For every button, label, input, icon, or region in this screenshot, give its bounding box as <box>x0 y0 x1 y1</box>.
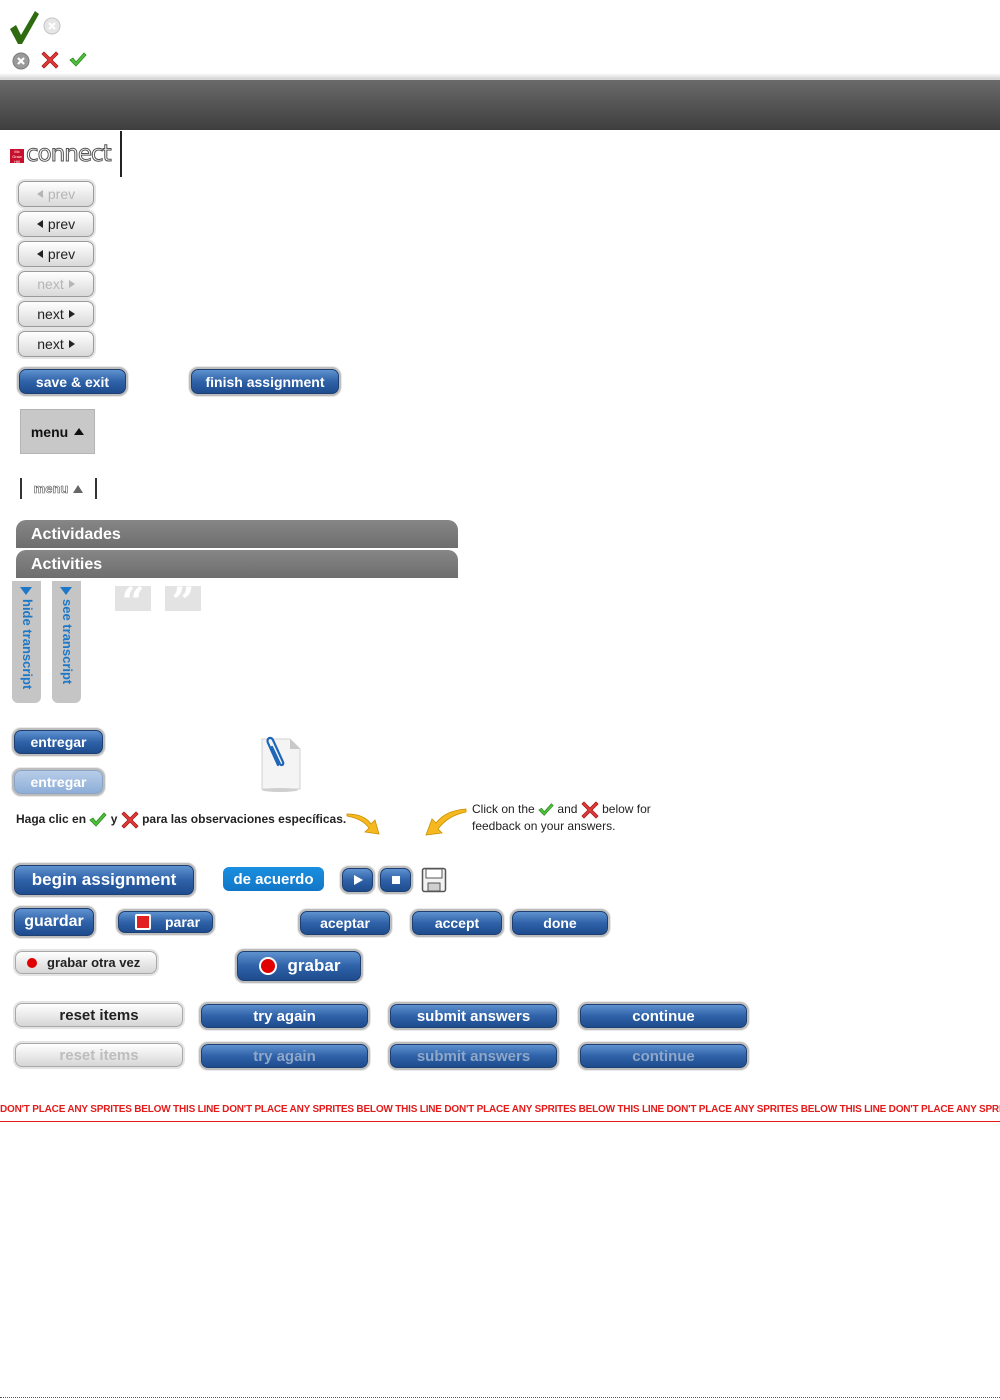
parar-button[interactable]: parar <box>118 911 213 933</box>
header-bar <box>0 78 1000 130</box>
arrow-right-icon <box>68 310 75 318</box>
circle-x-icon[interactable] <box>43 17 61 35</box>
submit-answers-button[interactable]: submit answers <box>390 1004 557 1028</box>
arrow-down-icon <box>20 587 32 595</box>
aceptar-button[interactable]: aceptar <box>300 911 390 935</box>
see-transcript-tab[interactable]: see transcript <box>52 581 81 703</box>
arrow-pointer-icon <box>346 813 380 835</box>
continue-button[interactable]: continue <box>580 1004 747 1028</box>
feedback-text: and <box>557 802 578 817</box>
feedback-text: Haga clic en <box>16 812 87 827</box>
menu-label: menu <box>30 423 69 440</box>
prev-button-hover[interactable]: prev <box>18 241 94 267</box>
begin-assignment-button[interactable]: begin assignment <box>14 865 194 895</box>
feedback-instructions-en: Click on the and below for feedback on y… <box>472 801 672 834</box>
hide-transcript-tab[interactable]: hide transcript <box>12 581 41 703</box>
guardar-button[interactable]: guardar <box>14 908 94 936</box>
continue-button-disabled[interactable]: continue <box>580 1044 747 1068</box>
grabar-label: grabar <box>287 956 341 975</box>
check-icon <box>10 11 39 44</box>
prev-label: prev <box>47 216 76 232</box>
arrow-left-icon <box>36 220 43 228</box>
arrow-right-icon <box>68 280 75 288</box>
next-label: next <box>37 306 64 322</box>
mcgraw-hill-logo: Mc Graw Hill <box>10 149 24 164</box>
save-exit-button[interactable]: save & exit <box>19 369 126 394</box>
arrow-pointer-icon <box>425 808 467 836</box>
connect-logo: connect <box>26 141 113 168</box>
green-check-icon[interactable] <box>69 51 87 69</box>
prev-button-disabled[interactable]: prev <box>18 181 94 207</box>
feedback-text: Click on the <box>472 802 535 817</box>
submit-answers-button-disabled[interactable]: submit answers <box>390 1044 557 1068</box>
prev-label: prev <box>47 186 76 202</box>
arrow-right-icon <box>68 340 75 348</box>
arrow-up-icon <box>74 428 85 435</box>
play-button[interactable] <box>342 868 373 892</box>
green-check-icon <box>538 803 554 816</box>
record-icon <box>27 957 37 968</box>
feedback-text: para las observaciones específicas. <box>142 812 347 827</box>
parar-label: parar <box>165 914 201 930</box>
tab-activities[interactable]: Activities <box>16 550 458 578</box>
done-button[interactable]: done <box>512 911 608 935</box>
next-button-hover[interactable]: next <box>18 331 94 357</box>
hide-transcript-label: hide transcript <box>20 599 35 690</box>
entregar-button-disabled[interactable]: entregar <box>14 770 103 794</box>
feedback-instructions-es: Haga clic en y para las observaciones es… <box>16 811 346 829</box>
finish-assignment-button[interactable]: finish assignment <box>191 369 339 394</box>
circle-x-icon[interactable] <box>12 52 30 70</box>
arrow-left-icon <box>36 190 43 198</box>
tab-actividades[interactable]: Actividades <box>16 520 458 548</box>
next-button[interactable]: next <box>18 301 94 327</box>
de-acuerdo-button[interactable]: de acuerdo <box>223 867 324 891</box>
green-check-icon <box>89 812 107 827</box>
logo-badge-line: Hill <box>14 159 20 164</box>
reset-items-button-disabled[interactable]: reset items <box>15 1043 183 1067</box>
arrow-down-icon <box>60 587 72 595</box>
try-again-button-disabled[interactable]: try again <box>201 1044 368 1068</box>
save-disk-icon[interactable] <box>421 867 447 893</box>
stop-button[interactable] <box>380 868 411 892</box>
attachment-icon <box>261 736 301 792</box>
see-transcript-label: see transcript <box>60 599 75 685</box>
reset-items-button[interactable]: reset items <box>15 1003 183 1027</box>
red-x-icon <box>121 811 139 829</box>
sprite-warning-line: DON'T PLACE ANY SPRITES BELOW THIS LINE … <box>0 1103 1000 1122</box>
logo-divider <box>120 131 122 177</box>
menu-button[interactable]: menu <box>20 409 95 454</box>
red-x-icon[interactable] <box>41 51 59 69</box>
arrow-up-icon <box>73 484 84 493</box>
entregar-button[interactable]: entregar <box>14 730 103 754</box>
try-again-button[interactable]: try again <box>201 1004 368 1028</box>
prev-label: prev <box>47 246 76 262</box>
open-quote-icon: “ <box>115 583 151 623</box>
grabar-otra-vez-button[interactable]: grabar otra vez <box>15 951 157 974</box>
play-icon <box>353 875 363 885</box>
grabar-button[interactable]: grabar <box>237 951 361 981</box>
next-label: next <box>37 336 64 352</box>
record-icon <box>258 957 277 975</box>
grabar-otra-vez-label: grabar otra vez <box>47 955 141 970</box>
next-button-disabled[interactable]: next <box>18 271 94 297</box>
accept-button[interactable]: accept <box>412 911 502 935</box>
menu-button-outline[interactable]: menu <box>20 478 97 499</box>
feedback-text: y <box>110 812 118 827</box>
bottom-dotted-line <box>0 1397 1000 1398</box>
menu-label: menu <box>33 481 69 497</box>
close-quote-icon: ” <box>165 583 201 623</box>
next-label: next <box>37 276 64 292</box>
stop-icon <box>391 876 400 884</box>
stop-icon <box>135 914 151 930</box>
prev-button[interactable]: prev <box>18 211 94 237</box>
arrow-left-icon <box>36 250 43 258</box>
red-x-icon <box>581 801 599 819</box>
